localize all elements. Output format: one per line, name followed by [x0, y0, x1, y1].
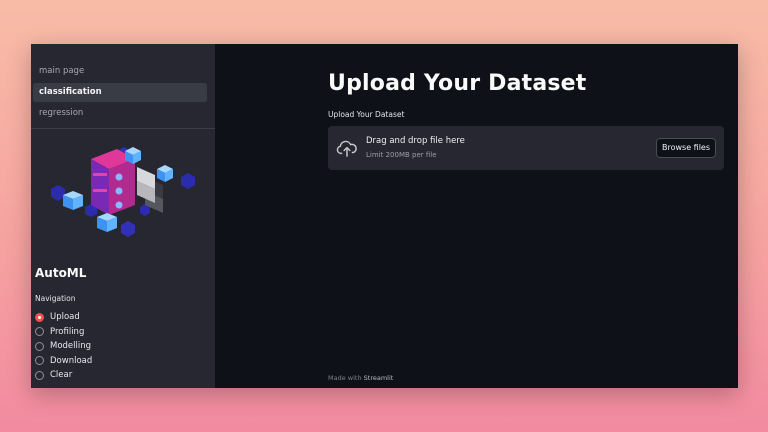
nav-page-main[interactable]: main page — [33, 62, 207, 81]
radio-option-upload[interactable]: Upload — [35, 310, 92, 325]
footer: Made with Streamlit — [328, 374, 393, 382]
navigation-radio-group: Upload Profiling Modelling Download Clea… — [35, 310, 92, 383]
app-title: AutoML — [35, 266, 87, 280]
page-title: Upload Your Dataset — [328, 71, 587, 96]
radio-option-label: Profiling — [50, 326, 85, 337]
sidebar-divider — [31, 128, 215, 129]
sidebar: main page classification regression Auto… — [31, 44, 215, 388]
file-uploader-label: Upload Your Dataset — [328, 110, 405, 119]
radio-option-clear[interactable]: Clear — [35, 368, 92, 383]
radio-option-label: Clear — [50, 370, 73, 381]
radio-option-modelling[interactable]: Modelling — [35, 339, 92, 354]
radio-option-profiling[interactable]: Profiling — [35, 325, 92, 340]
radio-option-label: Upload — [50, 312, 80, 323]
nav-page-classification[interactable]: classification — [33, 83, 207, 102]
radio-unselected-icon[interactable] — [35, 341, 44, 351]
radio-unselected-icon[interactable] — [35, 370, 44, 380]
file-dropzone[interactable]: Drag and drop file here Limit 200MB per … — [328, 126, 724, 170]
dropzone-instruction: Drag and drop file here — [366, 136, 465, 146]
radio-unselected-icon[interactable] — [35, 356, 44, 366]
cloud-upload-icon — [336, 140, 357, 157]
dropzone-size-limit: Limit 200MB per file — [366, 151, 437, 159]
page-navigation: main page classification regression — [31, 44, 215, 123]
footer-brand-link[interactable]: Streamlit — [364, 374, 394, 382]
browse-files-button[interactable]: Browse files — [656, 138, 716, 158]
radio-unselected-icon[interactable] — [35, 327, 44, 337]
navigation-label: Navigation — [35, 294, 76, 303]
footer-prefix: Made with — [328, 374, 362, 382]
nav-page-regression[interactable]: regression — [33, 104, 207, 123]
isometric-data-illustration — [51, 147, 195, 237]
app-window: main page classification regression Auto… — [31, 44, 738, 388]
radio-selected-icon[interactable] — [35, 312, 44, 322]
radio-option-label: Download — [50, 355, 93, 366]
main-content: Upload Your Dataset Upload Your Dataset … — [215, 44, 738, 388]
radio-option-download[interactable]: Download — [35, 354, 92, 369]
radio-option-label: Modelling — [50, 341, 92, 352]
